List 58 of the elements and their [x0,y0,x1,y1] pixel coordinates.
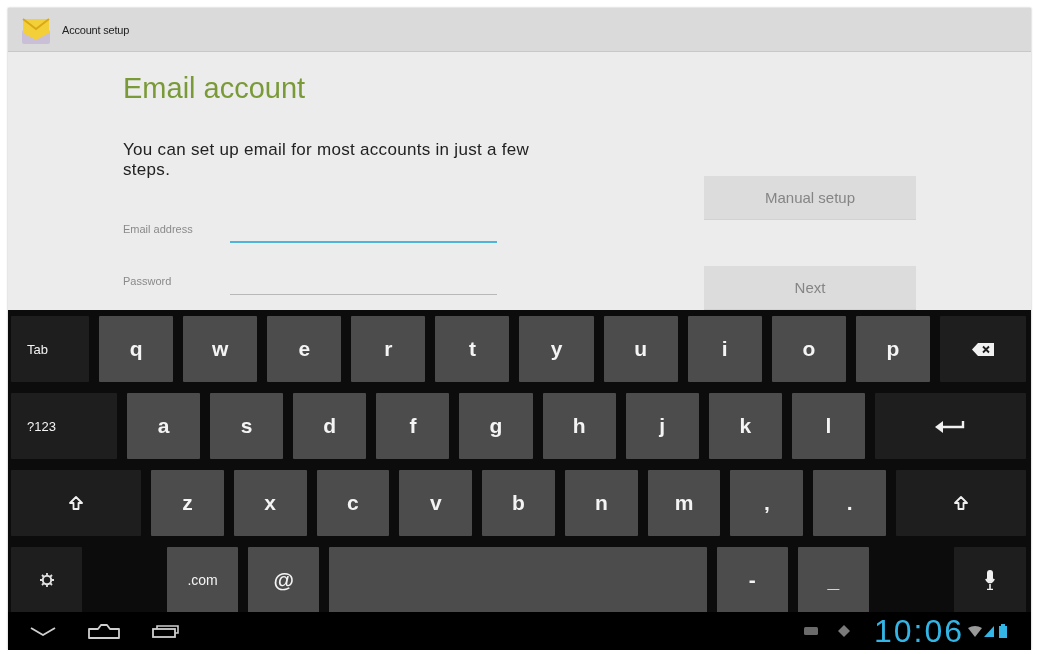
keyboard-key[interactable]: n [564,470,638,536]
keyboard-key[interactable]: _ [797,547,869,613]
enter-arrow-icon [935,419,966,433]
keyboard-key[interactable]: z [151,470,224,536]
keyboard-key[interactable]: , [730,470,804,536]
keyboard-key[interactable]: x [233,470,307,536]
keyboard-key[interactable]: p [855,316,930,382]
diamond-icon [837,625,850,637]
keyboard-key[interactable]: y [519,316,594,382]
keyboard-key[interactable]: w [183,316,258,382]
keyboard-key[interactable]: . [813,470,887,536]
keyboard-key[interactable]: u [603,316,678,382]
recent-apps-icon[interactable] [152,624,180,638]
keyboard-key[interactable]: l [791,393,865,459]
field-label: Email address [123,223,194,237]
keyboard-key[interactable]: j [625,393,699,459]
keyboard-key[interactable]: o [771,316,846,382]
microphone-icon [985,570,995,590]
up-arrow-icon [69,496,83,510]
battery-icon [999,624,1007,638]
description-text: You can set up email for most accounts in just a few steps. [123,140,531,180]
keyboard-key[interactable]: c [316,470,390,536]
keyboard-key[interactable]: g [459,393,533,459]
keyboard-key[interactable]: b [482,470,555,536]
chevron-down-icon[interactable] [30,626,56,636]
home-icon[interactable] [88,623,120,639]
keyboard-key[interactable]: m [647,470,721,536]
voice-input-key[interactable] [954,547,1026,613]
settings-key[interactable] [11,547,82,613]
clock-time: 10:06 [873,612,964,650]
envelope-icon [20,15,52,44]
symbols-key[interactable]: ?123 [11,393,117,459]
keyboard-key[interactable]: h [542,393,616,459]
page-title: Email account [123,71,306,106]
keyboard-key[interactable]: i [687,316,762,382]
keyboard-key[interactable]: a [127,393,201,459]
keyboard-key[interactable]: s [210,393,284,459]
keyboard-key[interactable]: t [435,316,510,382]
keyboard-key[interactable]: - [716,547,788,613]
keyboard-key[interactable]: q [99,316,174,382]
settings-icon [39,573,54,587]
signal-icon [984,625,994,637]
keyboard-key[interactable]: f [376,393,450,459]
keyboard-key[interactable]: @ [248,547,320,613]
field-label: Password [123,275,173,289]
keyboard-key[interactable]: k [708,393,782,459]
keyboard-key[interactable]: .com [167,547,239,613]
keyboard-key[interactable]: v [399,470,473,536]
up-arrow-icon [954,496,969,510]
keyboard-icon [803,627,818,635]
wifi-icon [968,625,982,637]
tab-key[interactable]: Tab [11,316,89,382]
keyboard-key[interactable]: e [267,316,342,382]
app-title: Account setup [62,23,130,36]
backspace-key[interactable] [939,316,1026,382]
keyboard-key[interactable]: r [351,316,426,382]
backspace-icon [971,342,994,356]
keyboard-key[interactable]: d [293,393,367,459]
